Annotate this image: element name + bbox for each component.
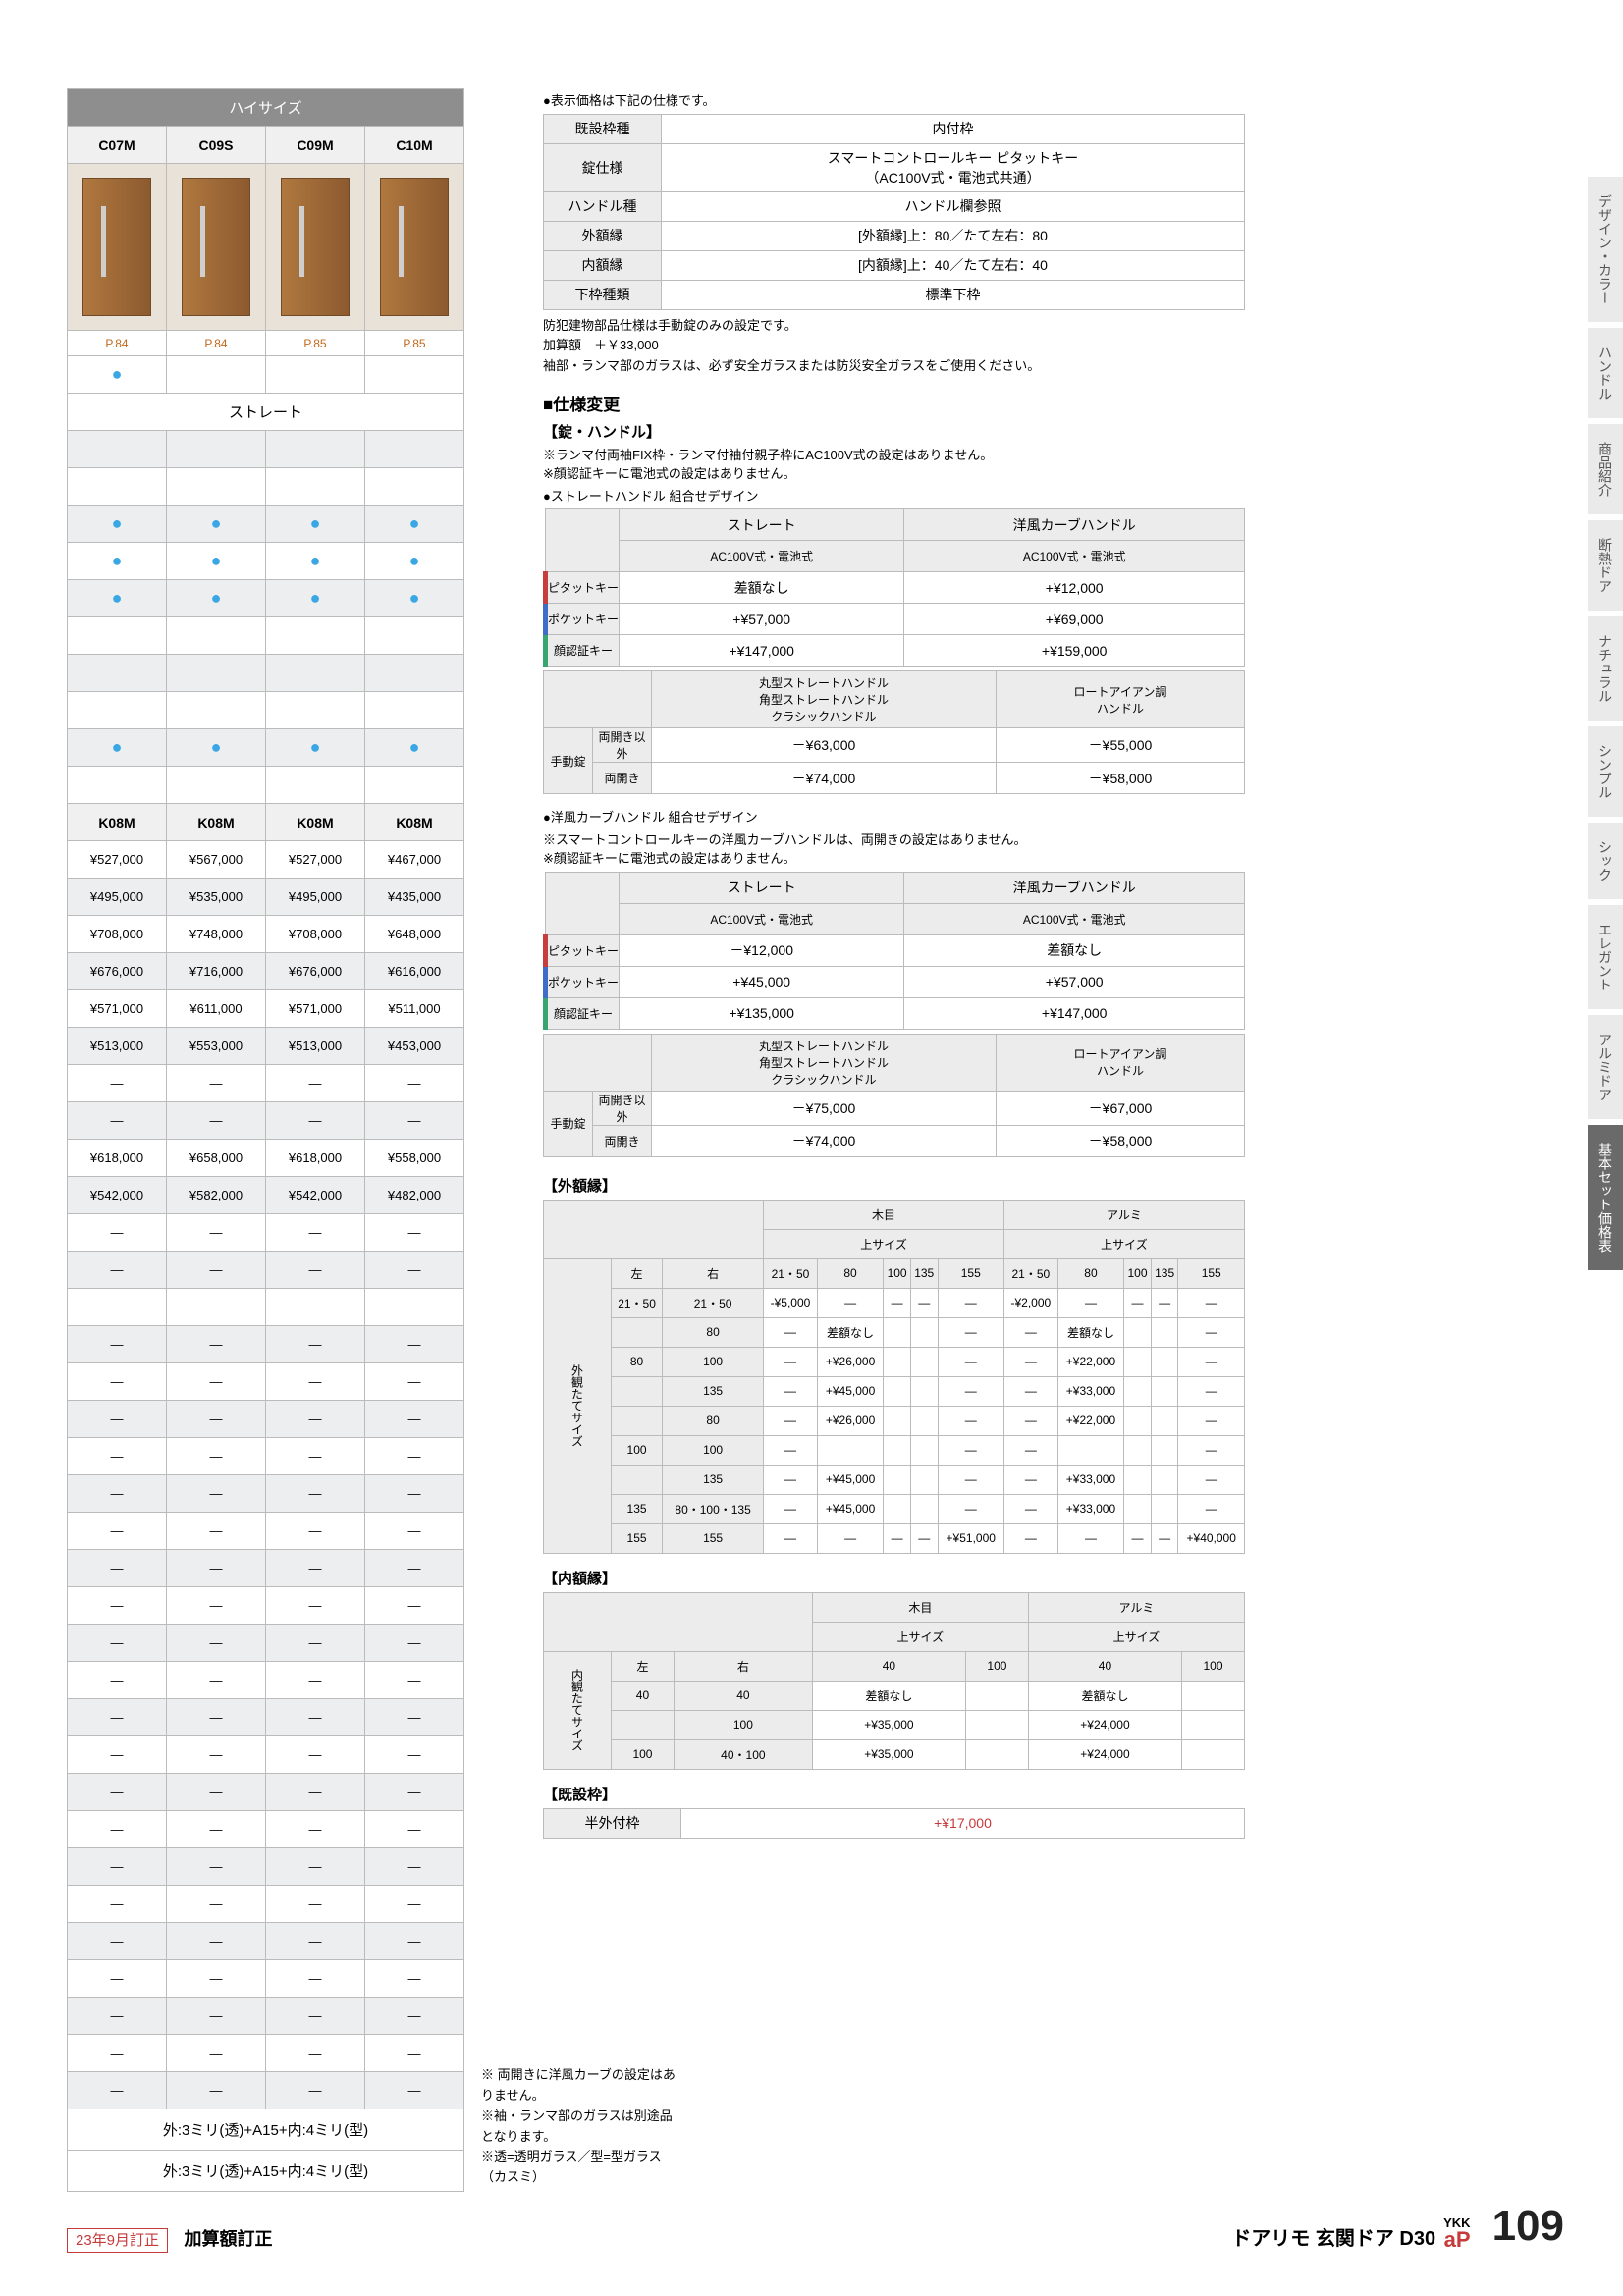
kisetsu-table: 半外付枠 +¥17,000	[543, 1808, 1245, 1839]
door-img-1	[167, 164, 266, 331]
mid-notes: ※ 両開きに洋風カーブの設定はありません。 ※袖・ランマ部のガラスは別途品となり…	[481, 2065, 677, 2188]
top-header: ハイサイズ	[68, 89, 464, 127]
side-tab[interactable]: ナチュラル	[1588, 616, 1623, 721]
side-tabs: デザイン・カラーハンドル商品紹介断熱ドアナチュラルシンプルシックエレガントアルミ…	[1588, 177, 1623, 1276]
page-number: 109	[1492, 2202, 1564, 2251]
left-table: ハイサイズ C07M C09S C09M C10M P.84 P.84 P.85…	[67, 88, 464, 2109]
comboA-table: ストレート洋風カーブハンドルAC100V式・電池式AC100V式・電池式ピタット…	[543, 508, 1245, 667]
side-tab[interactable]: シック	[1588, 823, 1623, 899]
side-tab[interactable]: 商品紹介	[1588, 424, 1623, 514]
door-img-3	[365, 164, 464, 331]
comboB-note: ※スマートコントロールキーの洋風カーブハンドルは、両開きの設定はありません。 ※…	[543, 830, 1245, 869]
uchi-title: 【内額縁】	[543, 1568, 1245, 1588]
spec-table: 既設枠種内付枠錠仕様スマートコントロールキー ピタットキー （AC100V式・電…	[543, 114, 1245, 310]
kisetsu-title: 【既設枠】	[543, 1784, 1245, 1804]
model-3: C10M	[365, 127, 464, 164]
left-column: ハイサイズ C07M C09S C09M C10M P.84 P.84 P.85…	[67, 88, 464, 2192]
side-tab[interactable]: シンプル	[1588, 726, 1623, 817]
model-1: C09S	[167, 127, 266, 164]
page-ref-3: P.85	[365, 331, 464, 356]
comboB-table: ストレート洋風カーブハンドルAC100V式・電池式AC100V式・電池式ピタット…	[543, 872, 1245, 1030]
shiyou-title: ■仕様変更	[543, 391, 1245, 415]
soto-title: 【外額縁】	[543, 1175, 1245, 1196]
right-column: ●表示価格は下記の仕様です。 既設枠種内付枠錠仕様スマートコントロールキー ピタ…	[543, 88, 1245, 2192]
model-0: C07M	[68, 127, 167, 164]
door-img-2	[266, 164, 365, 331]
uchi-table: 木目アルミ上サイズ上サイズ内観たてサイズ左右40100401004040差額なし…	[543, 1592, 1245, 1770]
model-2: C09M	[266, 127, 365, 164]
comboB-title: ●洋風カーブハンドル 組合せデザイン	[543, 808, 1245, 828]
lock-note: ※ランマ付両袖FIX枠・ランマ付袖付親子枠にAC100V式の設定はありません。 …	[543, 446, 1245, 484]
page-ref-1: P.84	[167, 331, 266, 356]
side-tab[interactable]: アルミドア	[1588, 1015, 1623, 1119]
page-title: ドアリモ 玄関ドア D30	[1231, 2222, 1435, 2251]
glass-spec-2: 外:3ミリ(透)+A15+内:4ミリ(型)	[67, 2151, 464, 2192]
door-img-0	[68, 164, 167, 331]
revision-badge: 23年9月訂正	[67, 2228, 168, 2253]
side-tab[interactable]: 断熱ドア	[1588, 520, 1623, 611]
page-ref-0: P.84	[68, 331, 167, 356]
lock-handle-title: 【錠・ハンドル】	[543, 421, 1245, 442]
side-tab[interactable]: エレガント	[1588, 905, 1623, 1009]
page-footer: 23年9月訂正 加算額訂正 ドアリモ 玄関ドア D30 YKKaP 109	[67, 2202, 1564, 2251]
side-tab[interactable]: デザイン・カラー	[1588, 177, 1623, 322]
side-tab[interactable]: 基本セット価格表	[1588, 1125, 1623, 1270]
revision-label: 加算額訂正	[185, 2229, 273, 2249]
soto-table: 木目アルミ上サイズ上サイズ外観たてサイズ左右21・508010013515521…	[543, 1200, 1245, 1554]
glass-spec-1: 外:3ミリ(透)+A15+内:4ミリ(型)	[67, 2109, 464, 2151]
side-tab[interactable]: ハンドル	[1588, 328, 1623, 418]
page-ref-2: P.85	[266, 331, 365, 356]
brand: YKKaP	[1443, 2216, 1470, 2251]
top-bullet: ●表示価格は下記の仕様です。	[543, 91, 1245, 111]
spec-note: 防犯建物部品仕様は手動錠のみの設定です。 加算額 ＋￥33,000 袖部・ランマ…	[543, 316, 1245, 377]
handle-type: ストレート	[68, 394, 464, 431]
comboA-title: ●ストレートハンドル 組合せデザイン	[543, 487, 1245, 507]
